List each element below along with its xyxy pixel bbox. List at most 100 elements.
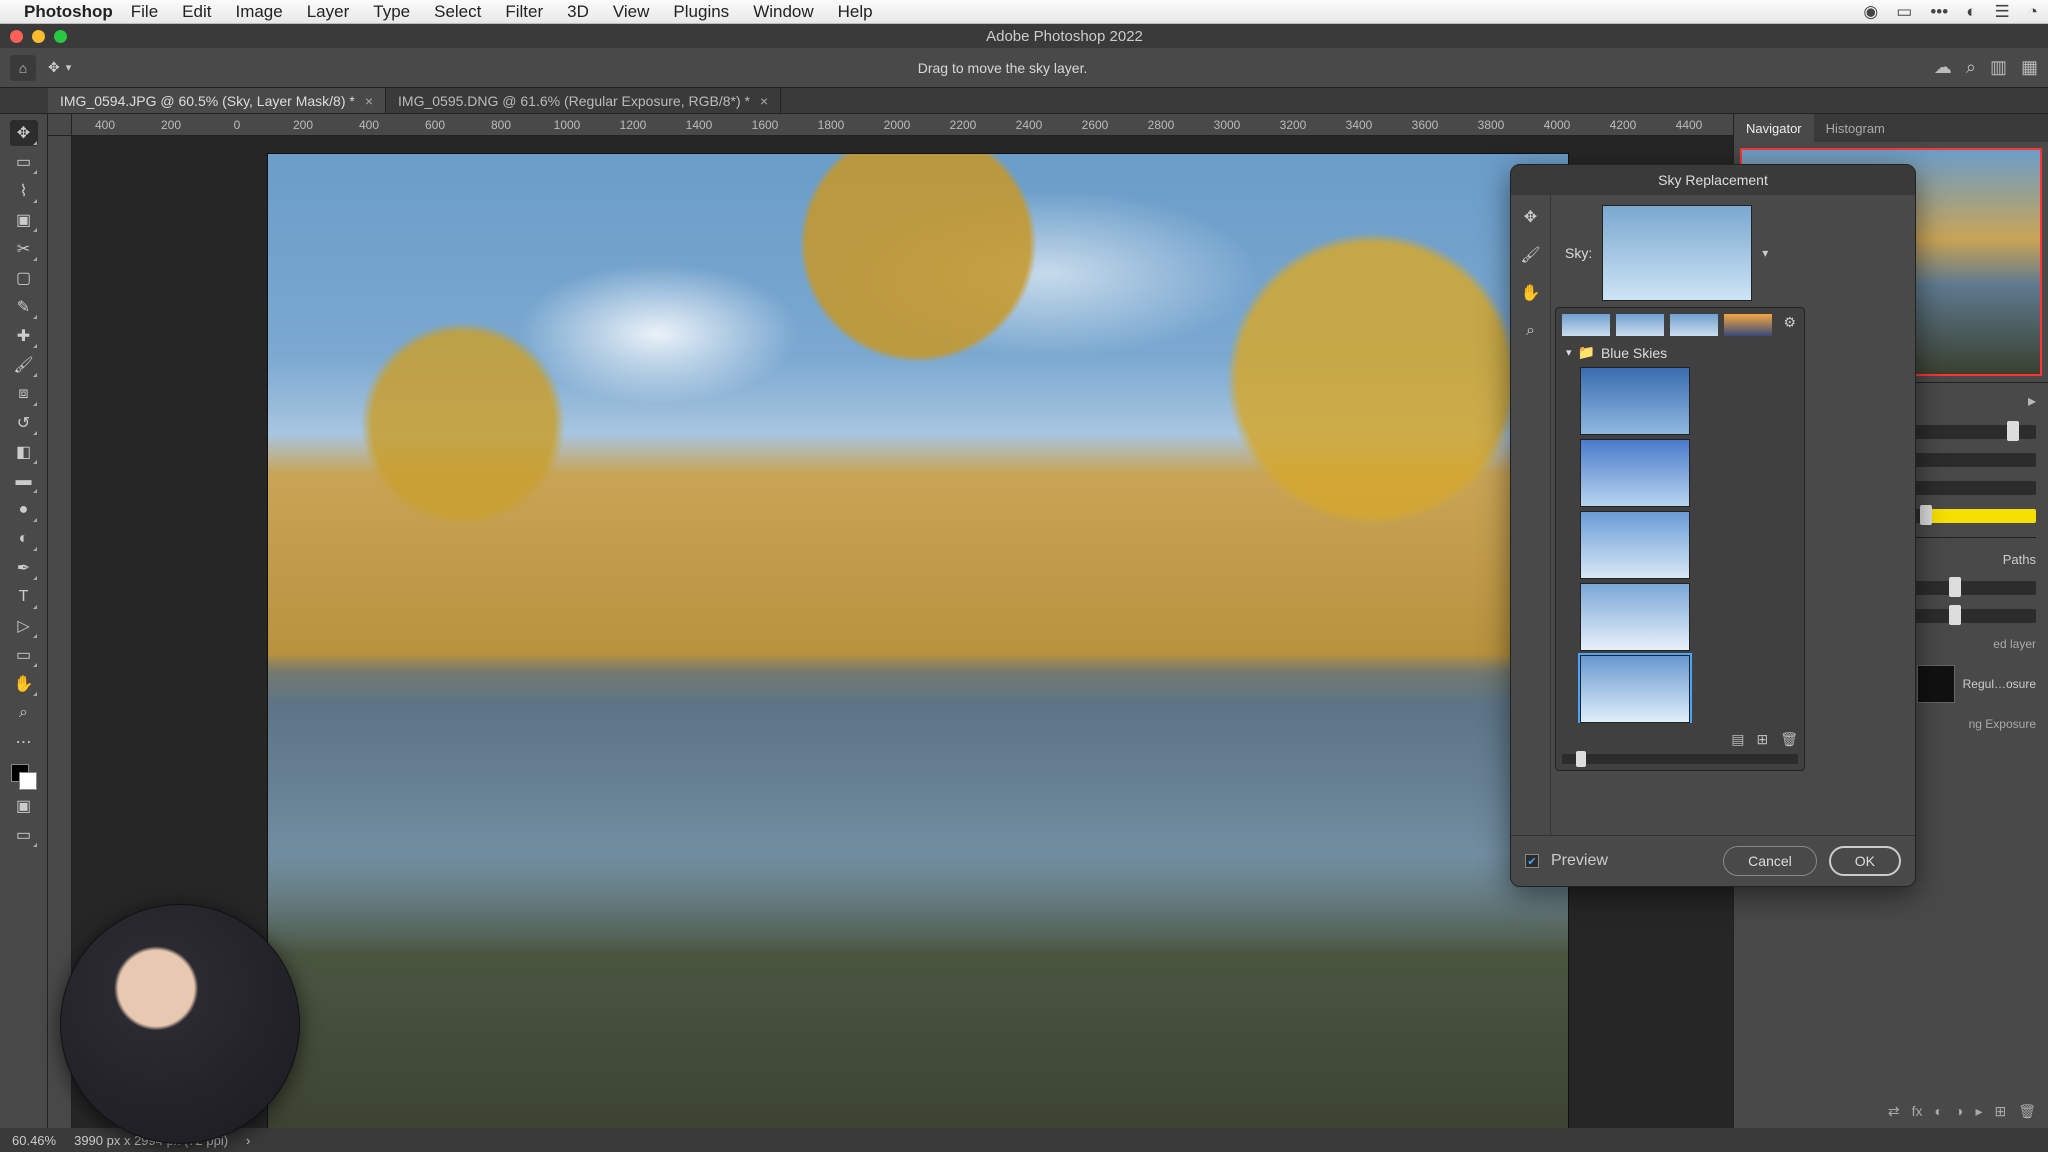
new-preset-icon[interactable]: ⊞	[1756, 731, 1768, 748]
brush-tool[interactable]: 🖌	[10, 352, 38, 378]
zoom-level[interactable]: 60.46%	[12, 1133, 56, 1148]
home-button[interactable]: ⌂	[10, 55, 36, 81]
sky-move-tool[interactable]: ✥	[1519, 205, 1543, 229]
menu-window[interactable]: Window	[753, 2, 813, 22]
eraser-tool[interactable]: ◧	[10, 439, 38, 465]
window-maximize-button[interactable]	[54, 30, 67, 43]
sky-thumb[interactable]	[1670, 314, 1718, 336]
layer-thumb[interactable]	[1917, 665, 1955, 703]
siri-icon[interactable]: ◐	[1966, 2, 1976, 22]
sky-preset[interactable]	[1580, 439, 1690, 507]
crop-tool[interactable]: ✂	[10, 236, 38, 262]
mask-icon[interactable]: ◐	[1935, 1103, 1943, 1120]
screen-record-icon[interactable]: ▭	[1896, 2, 1912, 22]
edit-toolbar[interactable]: ⋯	[10, 729, 38, 755]
rectangle-tool[interactable]: ▭	[10, 642, 38, 668]
share-icon[interactable]: ▦	[2021, 57, 2038, 78]
sky-thumb[interactable]	[1724, 314, 1772, 336]
fx-icon[interactable]: fx	[1912, 1103, 1923, 1120]
zoom-tool[interactable]: ⌕	[10, 700, 38, 726]
cancel-button[interactable]: Cancel	[1723, 846, 1817, 876]
eyedropper-tool[interactable]: ✎	[10, 294, 38, 320]
quick-mask-tool[interactable]: ▣	[10, 793, 38, 819]
menu-3d[interactable]: 3D	[567, 2, 589, 22]
sky-list[interactable]	[1562, 367, 1798, 723]
import-icon[interactable]: ▤	[1731, 731, 1744, 748]
screen-mode-tool[interactable]: ▭	[10, 822, 38, 848]
close-icon[interactable]: ×	[760, 93, 768, 109]
ok-button[interactable]: OK	[1829, 846, 1901, 876]
menu-plugins[interactable]: Plugins	[673, 2, 729, 22]
gradient-tool[interactable]: ▬	[10, 468, 38, 494]
document-tab-1[interactable]: IMG_0594.JPG @ 60.5% (Sky, Layer Mask/8)…	[48, 88, 386, 113]
menu-help[interactable]: Help	[838, 2, 873, 22]
sky-zoom-tool[interactable]: ⌕	[1519, 319, 1543, 343]
hand-tool[interactable]: ✋	[10, 671, 38, 697]
type-tool[interactable]: T	[10, 584, 38, 610]
adjustment-icon[interactable]: ◑	[1955, 1103, 1963, 1120]
cc-icon[interactable]: ◉	[1863, 2, 1878, 22]
sky-thumb[interactable]	[1616, 314, 1664, 336]
menu-file[interactable]: File	[131, 2, 158, 22]
layer-name[interactable]: Regul…osure	[1963, 677, 2036, 691]
sky-label: Sky:	[1565, 245, 1592, 261]
healing-brush-tool[interactable]: ✚	[10, 323, 38, 349]
sky-preset[interactable]	[1580, 583, 1690, 651]
search-icon[interactable]: ⌕	[1966, 57, 1976, 78]
canvas-image[interactable]	[268, 154, 1568, 1128]
path-select-tool[interactable]: ▷	[10, 613, 38, 639]
menu-edit[interactable]: Edit	[182, 2, 211, 22]
thumbnail-size-slider[interactable]	[1562, 754, 1798, 764]
ruler-horizontal[interactable]: 4002000200400600800100012001400160018002…	[72, 114, 1733, 136]
window-close-button[interactable]	[10, 30, 23, 43]
chevron-down-icon[interactable]: ▾	[1762, 246, 1768, 260]
marquee-tool[interactable]: ▭	[10, 149, 38, 175]
history-brush-tool[interactable]: ↺	[10, 410, 38, 436]
blur-tool[interactable]: ●	[10, 497, 38, 523]
folder-icon[interactable]: ▸	[1975, 1103, 1982, 1120]
sky-thumb[interactable]	[1562, 314, 1610, 336]
delete-preset-icon[interactable]: 🗑	[1780, 731, 1798, 748]
sky-brush-tool[interactable]: 🖌	[1519, 243, 1543, 267]
trash-icon[interactable]: 🗑	[2018, 1103, 2036, 1120]
new-layer-icon[interactable]: ⊞	[1994, 1103, 2006, 1120]
collapse-icon[interactable]: ▸	[2028, 391, 2036, 411]
tab-histogram[interactable]: Histogram	[1814, 114, 1897, 142]
close-icon[interactable]: ×	[365, 93, 373, 109]
menu-view[interactable]: View	[613, 2, 650, 22]
sky-preset[interactable]	[1580, 511, 1690, 579]
menu-filter[interactable]: Filter	[505, 2, 543, 22]
tab-navigator[interactable]: Navigator	[1734, 114, 1814, 142]
clock-icon[interactable]: ◔	[2028, 2, 2038, 22]
more-icon[interactable]: •••	[1930, 2, 1948, 22]
preview-checkbox[interactable]: ✔	[1525, 854, 1539, 868]
menu-select[interactable]: Select	[434, 2, 481, 22]
sky-preset-selected[interactable]	[1580, 655, 1690, 723]
lasso-tool[interactable]: ⌇	[10, 178, 38, 204]
pen-tool[interactable]: ✒	[10, 555, 38, 581]
menu-layer[interactable]: Layer	[307, 2, 350, 22]
workspace-icon[interactable]: ▥	[1990, 57, 2007, 78]
frame-tool[interactable]: ▢	[10, 265, 38, 291]
app-name[interactable]: Photoshop	[24, 2, 113, 22]
dodge-tool[interactable]: ◐	[10, 526, 38, 552]
dropdown-icon[interactable]: ▾	[66, 61, 72, 74]
cloud-docs-icon[interactable]: ☁	[1934, 57, 1952, 78]
color-swatches[interactable]	[11, 764, 37, 790]
link-icon[interactable]: ⇄	[1888, 1103, 1900, 1120]
sky-preview-thumb[interactable]	[1602, 205, 1752, 301]
menu-type[interactable]: Type	[373, 2, 410, 22]
sky-hand-tool[interactable]: ✋	[1519, 281, 1543, 305]
sky-preset[interactable]	[1580, 367, 1690, 435]
move-tool[interactable]: ✥	[10, 120, 38, 146]
sky-folder-row[interactable]: ▾ 📁 Blue Skies	[1566, 344, 1798, 361]
control-center-icon[interactable]: ☰	[1994, 2, 2009, 22]
object-select-tool[interactable]: ▣	[10, 207, 38, 233]
menu-image[interactable]: Image	[235, 2, 282, 22]
tab-label: IMG_0594.JPG @ 60.5% (Sky, Layer Mask/8)…	[60, 93, 355, 109]
chevron-right-icon[interactable]: ›	[246, 1133, 250, 1148]
document-tab-2[interactable]: IMG_0595.DNG @ 61.6% (Regular Exposure, …	[386, 88, 781, 113]
window-minimize-button[interactable]	[32, 30, 45, 43]
clone-stamp-tool[interactable]: ⧈	[10, 381, 38, 407]
gear-icon[interactable]: ⚙	[1783, 314, 1796, 331]
